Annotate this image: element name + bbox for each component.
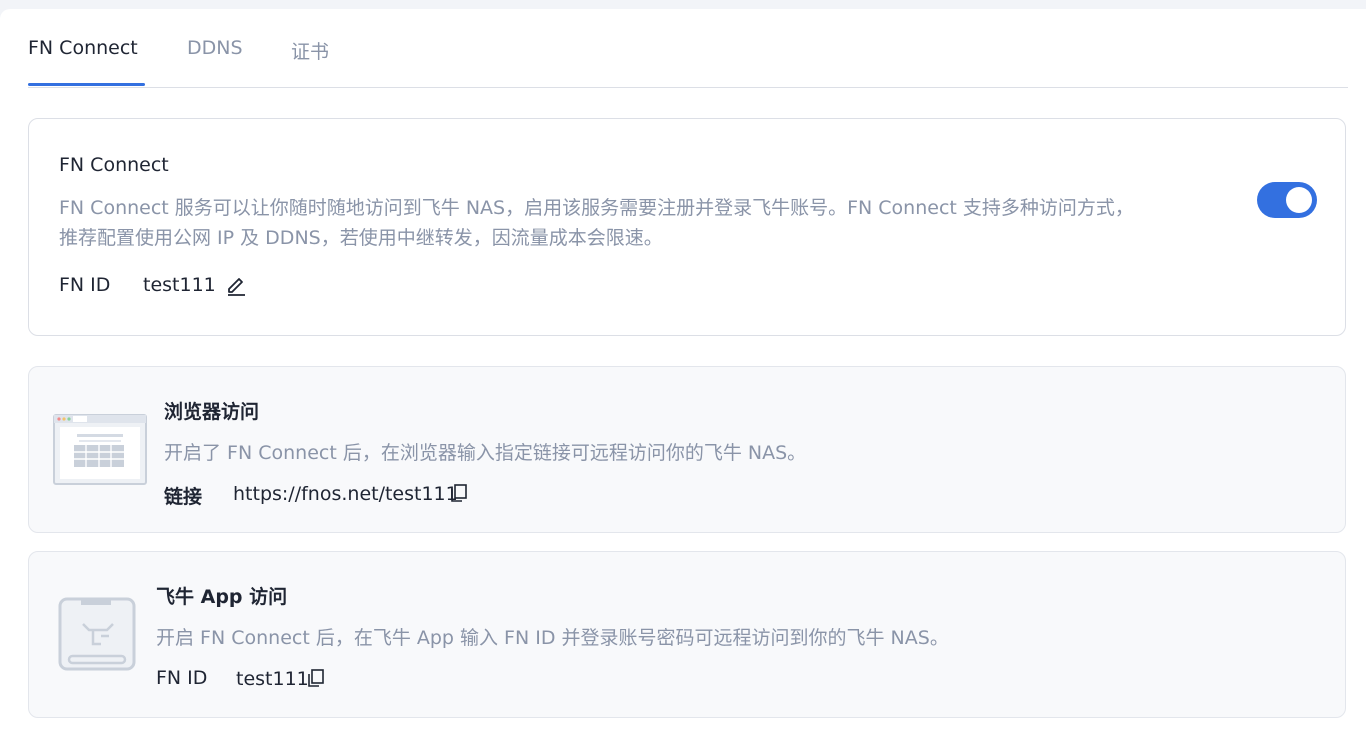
browser-illustration	[53, 414, 147, 486]
fn-connect-description-line1: FN Connect 服务可以让你随时随地访问到飞牛 NAS，启用该服务需要注册…	[59, 197, 1134, 219]
app-fn-id-value: test111	[236, 668, 309, 690]
app-access-title: 飞牛 App 访问	[156, 586, 288, 608]
tab-bar: FN Connect DDNS 证书	[28, 9, 1348, 88]
fn-connect-title: FN Connect	[59, 154, 169, 176]
tab-fn-connect[interactable]: FN Connect	[28, 37, 138, 59]
app-access-description: 开启 FN Connect 后，在飞牛 App 输入 FN ID 并登录账号密码…	[156, 627, 949, 649]
browser-access-card: 浏览器访问 开启了 FN Connect 后，在浏览器输入指定链接可远程访问你的…	[28, 366, 1346, 533]
tab-certificate[interactable]: 证书	[291, 37, 329, 64]
fn-id-label: FN ID	[59, 274, 111, 296]
link-value[interactable]: https://fnos.net/test111	[233, 483, 458, 505]
edit-icon[interactable]	[225, 274, 247, 296]
fn-connect-description-line2: 推荐配置使用公网 IP 及 DDNS，若使用中继转发，因流量成本会限速。	[59, 227, 663, 249]
link-label: 链接	[164, 486, 203, 508]
settings-panel: FN Connect DDNS 证书 FN Connect FN Connect…	[0, 9, 1366, 733]
browser-access-description: 开启了 FN Connect 后，在浏览器输入指定链接可远程访问你的飞牛 NAS…	[164, 442, 807, 464]
copy-icon[interactable]	[306, 668, 326, 688]
browser-access-title: 浏览器访问	[164, 401, 260, 423]
fn-id-value: test111	[143, 274, 216, 296]
toggle-knob	[1286, 187, 1312, 213]
app-access-card: 飞牛 App 访问 开启 FN Connect 后，在飞牛 App 输入 FN …	[28, 551, 1346, 718]
fn-connect-toggle[interactable]	[1257, 182, 1317, 218]
active-tab-indicator	[28, 83, 145, 86]
copy-icon[interactable]	[449, 483, 469, 503]
tab-ddns[interactable]: DDNS	[187, 37, 243, 59]
app-fn-id-label: FN ID	[156, 667, 208, 689]
fn-connect-card: FN Connect FN Connect 服务可以让你随时随地访问到飞牛 NA…	[28, 118, 1346, 336]
app-illustration	[57, 596, 137, 672]
